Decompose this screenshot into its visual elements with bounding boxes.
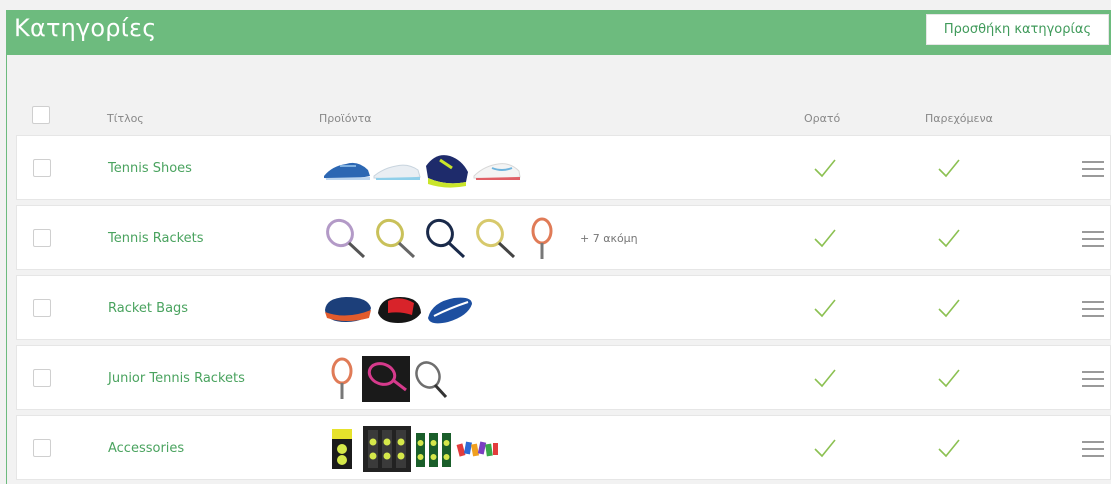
provided-check-icon[interactable] bbox=[936, 435, 962, 461]
product-thumbnail[interactable] bbox=[322, 147, 372, 191]
visible-check-icon[interactable] bbox=[812, 225, 838, 251]
row-checkbox[interactable] bbox=[33, 159, 51, 177]
product-thumbnail[interactable] bbox=[372, 147, 422, 191]
visible-check-icon[interactable] bbox=[812, 295, 838, 321]
table-row: Tennis Shoes bbox=[16, 135, 1111, 200]
product-thumbnails: + 7 ακόμη bbox=[322, 216, 638, 261]
product-thumbnail[interactable] bbox=[322, 427, 362, 471]
column-header-provided: Παρεχόμενα bbox=[925, 112, 993, 125]
category-title-link[interactable]: Tennis Rackets bbox=[108, 231, 204, 246]
add-category-button[interactable]: Προσθήκη κατηγορίας bbox=[926, 14, 1109, 45]
product-thumbnail[interactable] bbox=[412, 427, 456, 471]
drag-handle-icon[interactable] bbox=[1082, 301, 1104, 317]
product-thumbnail[interactable] bbox=[472, 217, 522, 261]
category-title-link[interactable]: Junior Tennis Rackets bbox=[108, 371, 245, 386]
product-thumbnail[interactable] bbox=[422, 147, 472, 191]
table-row: Tennis Rackets + 7 ακόμη bbox=[16, 205, 1111, 270]
drag-handle-icon[interactable] bbox=[1082, 161, 1104, 177]
provided-check-icon[interactable] bbox=[936, 365, 962, 391]
column-header-visible: Ορατό bbox=[804, 112, 841, 125]
drag-handle-icon[interactable] bbox=[1082, 441, 1104, 457]
row-checkbox[interactable] bbox=[33, 439, 51, 457]
product-thumbnail[interactable] bbox=[410, 357, 454, 401]
product-thumbnail[interactable] bbox=[372, 217, 422, 261]
drag-handle-icon[interactable] bbox=[1082, 371, 1104, 387]
more-products-count[interactable]: + 7 ακόμη bbox=[580, 232, 638, 245]
visible-check-icon[interactable] bbox=[812, 155, 838, 181]
product-thumbnail[interactable] bbox=[424, 287, 476, 331]
product-thumbnail[interactable] bbox=[522, 217, 562, 261]
provided-check-icon[interactable] bbox=[936, 225, 962, 251]
product-thumbnail[interactable] bbox=[322, 287, 374, 331]
column-header-title: Τίτλος bbox=[107, 112, 144, 125]
column-header-products: Προϊόντα bbox=[319, 112, 372, 125]
product-thumbnails bbox=[322, 355, 454, 402]
product-thumbnails bbox=[322, 425, 500, 472]
row-checkbox[interactable] bbox=[33, 299, 51, 317]
product-thumbnail[interactable] bbox=[322, 217, 372, 261]
left-accent-rule bbox=[6, 55, 7, 484]
product-thumbnails bbox=[322, 146, 522, 191]
category-title-link[interactable]: Accessories bbox=[108, 441, 184, 456]
category-title-link[interactable]: Racket Bags bbox=[108, 301, 188, 316]
product-thumbnail[interactable] bbox=[374, 287, 424, 331]
row-checkbox[interactable] bbox=[33, 369, 51, 387]
visible-check-icon[interactable] bbox=[812, 435, 838, 461]
product-thumbnail[interactable] bbox=[422, 217, 472, 261]
page-header: Κατηγορίες Προσθήκη κατηγορίας bbox=[6, 10, 1111, 55]
provided-check-icon[interactable] bbox=[936, 295, 962, 321]
product-thumbnail[interactable] bbox=[362, 355, 410, 402]
page-title: Κατηγορίες bbox=[14, 14, 157, 42]
table-row: Accessories bbox=[16, 415, 1111, 480]
product-thumbnail[interactable] bbox=[456, 427, 500, 471]
provided-check-icon[interactable] bbox=[936, 155, 962, 181]
product-thumbnail[interactable] bbox=[472, 147, 522, 191]
table-row: Junior Tennis Rackets bbox=[16, 345, 1111, 410]
category-title-link[interactable]: Tennis Shoes bbox=[108, 161, 192, 176]
product-thumbnail[interactable] bbox=[362, 425, 412, 472]
row-checkbox[interactable] bbox=[33, 229, 51, 247]
select-all-checkbox[interactable] bbox=[32, 106, 50, 124]
product-thumbnails bbox=[322, 286, 476, 331]
table-row: Racket Bags bbox=[16, 275, 1111, 340]
drag-handle-icon[interactable] bbox=[1082, 231, 1104, 247]
visible-check-icon[interactable] bbox=[812, 365, 838, 391]
product-thumbnail[interactable] bbox=[322, 357, 362, 401]
